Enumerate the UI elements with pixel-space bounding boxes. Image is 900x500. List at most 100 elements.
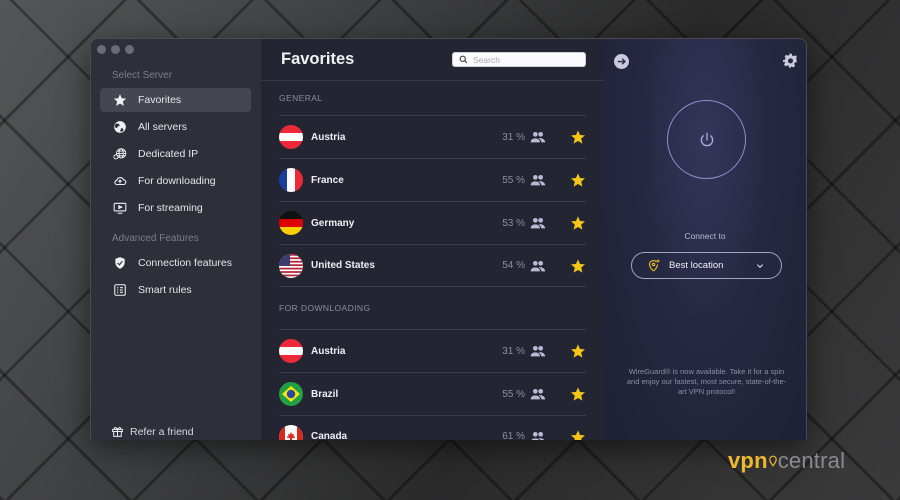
star-icon bbox=[112, 92, 128, 108]
watermark-logo: vpn central bbox=[728, 448, 845, 474]
users-icon bbox=[530, 389, 546, 400]
page-title: Favorites bbox=[281, 50, 355, 68]
server-row-austria[interactable]: Austria 31 % bbox=[279, 329, 586, 372]
favorite-star-icon[interactable] bbox=[570, 129, 586, 145]
sidebar-item-smart-rules[interactable]: Smart rules bbox=[100, 278, 251, 302]
server-load: 53 % bbox=[502, 217, 525, 229]
search-box[interactable] bbox=[452, 52, 586, 67]
sidebar-item-label: Dedicated IP bbox=[138, 148, 199, 160]
sidebar-item-label: Smart rules bbox=[138, 284, 192, 296]
sidebar-item-dedicated-ip[interactable]: Dedicated IP bbox=[100, 142, 251, 166]
server-load: 55 % bbox=[502, 174, 525, 186]
server-group-general: Austria 31 % France 55 % Germany 53 % United S… bbox=[261, 115, 604, 287]
favorite-star-icon[interactable] bbox=[570, 172, 586, 188]
minimize-window-button[interactable] bbox=[111, 45, 120, 54]
country-name: Canada bbox=[311, 431, 348, 440]
power-icon bbox=[700, 132, 713, 146]
server-row-brazil[interactable]: Brazil 55 % bbox=[279, 372, 586, 415]
sidebar-item-favorites[interactable]: Favorites bbox=[100, 88, 251, 112]
location-value: Best location bbox=[669, 260, 724, 271]
server-row-austria[interactable]: Austria 31 % bbox=[279, 115, 586, 158]
globe-icon bbox=[112, 119, 128, 135]
gift-icon bbox=[112, 427, 123, 437]
favorite-star-icon[interactable] bbox=[570, 429, 586, 441]
server-load: 55 % bbox=[502, 388, 525, 400]
sidebar-nav: Favorites All servers Dedicated IP For d… bbox=[100, 88, 251, 223]
server-load: 54 % bbox=[502, 260, 525, 271]
arrow-right-circle-icon[interactable] bbox=[614, 54, 629, 69]
sidebar-item-label: For downloading bbox=[138, 175, 216, 187]
power-connect-button[interactable] bbox=[667, 100, 746, 179]
close-window-button[interactable] bbox=[97, 45, 106, 54]
sidebar: Select Server Favorites All servers Dedi… bbox=[91, 39, 261, 440]
section-label-select-server: Select Server bbox=[112, 70, 173, 81]
sidebar-item-for-downloading[interactable]: For downloading bbox=[100, 169, 251, 193]
flag-austria-icon bbox=[279, 339, 303, 363]
shield-check-icon bbox=[112, 255, 128, 271]
refer-a-friend-label: Refer a friend bbox=[130, 425, 194, 438]
flag-germany-icon bbox=[279, 211, 303, 235]
server-load: 31 % bbox=[502, 131, 525, 143]
flag-austria-icon bbox=[279, 125, 303, 149]
location-selector[interactable]: Best location bbox=[631, 252, 782, 279]
zoom-window-button[interactable] bbox=[125, 45, 134, 54]
country-name: France bbox=[311, 174, 344, 186]
dedicated-ip-globe-icon bbox=[112, 146, 128, 162]
country-name: United States bbox=[311, 260, 375, 271]
watermark-brand-right: central bbox=[777, 448, 846, 473]
server-row-germany[interactable]: Germany 53 % bbox=[279, 201, 586, 244]
country-name: Germany bbox=[311, 217, 355, 229]
server-row-france[interactable]: France 55 % bbox=[279, 158, 586, 201]
tv-play-icon bbox=[112, 200, 128, 216]
search-input[interactable] bbox=[473, 54, 573, 65]
gear-icon[interactable] bbox=[783, 53, 798, 68]
server-group-for-downloading: Austria 31 % Brazil 55 % Canada 61 % bbox=[261, 329, 604, 440]
server-load: 61 % bbox=[502, 431, 525, 440]
users-icon bbox=[530, 346, 546, 357]
favorite-star-icon[interactable] bbox=[570, 343, 586, 359]
server-load: 31 % bbox=[502, 345, 525, 357]
search-icon bbox=[459, 55, 468, 64]
sidebar-item-label: For streaming bbox=[138, 202, 203, 214]
server-row-united-states[interactable]: United States 54 % bbox=[279, 244, 586, 287]
wireguard-promo-text: WireGuard® is now available. Take it for… bbox=[626, 367, 787, 396]
list-header: Favorites bbox=[261, 39, 604, 81]
group-label-general: GENERAL bbox=[279, 93, 323, 103]
flag-brazil-icon bbox=[279, 382, 303, 406]
favorite-star-icon[interactable] bbox=[570, 386, 586, 402]
users-icon bbox=[530, 218, 546, 229]
server-row-canada[interactable]: Canada 61 % bbox=[279, 415, 586, 440]
users-icon bbox=[530, 175, 546, 186]
window-controls bbox=[97, 45, 134, 54]
users-icon bbox=[530, 260, 546, 271]
refer-a-friend-link[interactable]: Refer a friend bbox=[111, 425, 194, 438]
cloud-download-icon bbox=[112, 173, 128, 189]
flag-usa-icon bbox=[279, 253, 303, 278]
users-icon bbox=[531, 431, 545, 440]
watermark-pin-icon bbox=[768, 455, 777, 467]
sidebar-item-label: Connection features bbox=[138, 257, 232, 269]
app-window: Select Server Favorites All servers Dedi… bbox=[90, 38, 807, 440]
group-label-for-downloading: FOR DOWNLOADING bbox=[279, 303, 371, 313]
flag-france-icon bbox=[279, 168, 303, 192]
favorite-star-icon[interactable] bbox=[570, 258, 586, 274]
users-icon bbox=[530, 132, 546, 143]
flag-canada-icon bbox=[279, 424, 303, 440]
connect-to-label: Connect to bbox=[684, 231, 726, 241]
server-list-panel: Favorites GENERAL Austria 31 % France 55 % G… bbox=[261, 39, 604, 440]
country-name: Austria bbox=[311, 345, 346, 357]
country-name: Austria bbox=[311, 131, 346, 143]
section-label-advanced-features: Advanced Features bbox=[112, 233, 199, 244]
sidebar-item-for-streaming[interactable]: For streaming bbox=[100, 196, 251, 220]
sidebar-item-all-servers[interactable]: All servers bbox=[100, 115, 251, 139]
sidebar-advanced-nav: Connection features Smart rules bbox=[100, 251, 251, 305]
watermark-brand-left: vpn bbox=[728, 448, 768, 473]
sidebar-item-connection-features[interactable]: Connection features bbox=[100, 251, 251, 275]
location-pin-icon bbox=[648, 259, 660, 272]
sidebar-item-label: Favorites bbox=[138, 94, 182, 106]
rules-list-icon bbox=[112, 282, 128, 298]
favorite-star-icon[interactable] bbox=[570, 215, 586, 231]
chevron-down-icon bbox=[756, 263, 764, 268]
connection-panel: Connect to Best location WireGuard® is n… bbox=[604, 39, 806, 440]
sidebar-item-label: All servers bbox=[138, 121, 188, 133]
